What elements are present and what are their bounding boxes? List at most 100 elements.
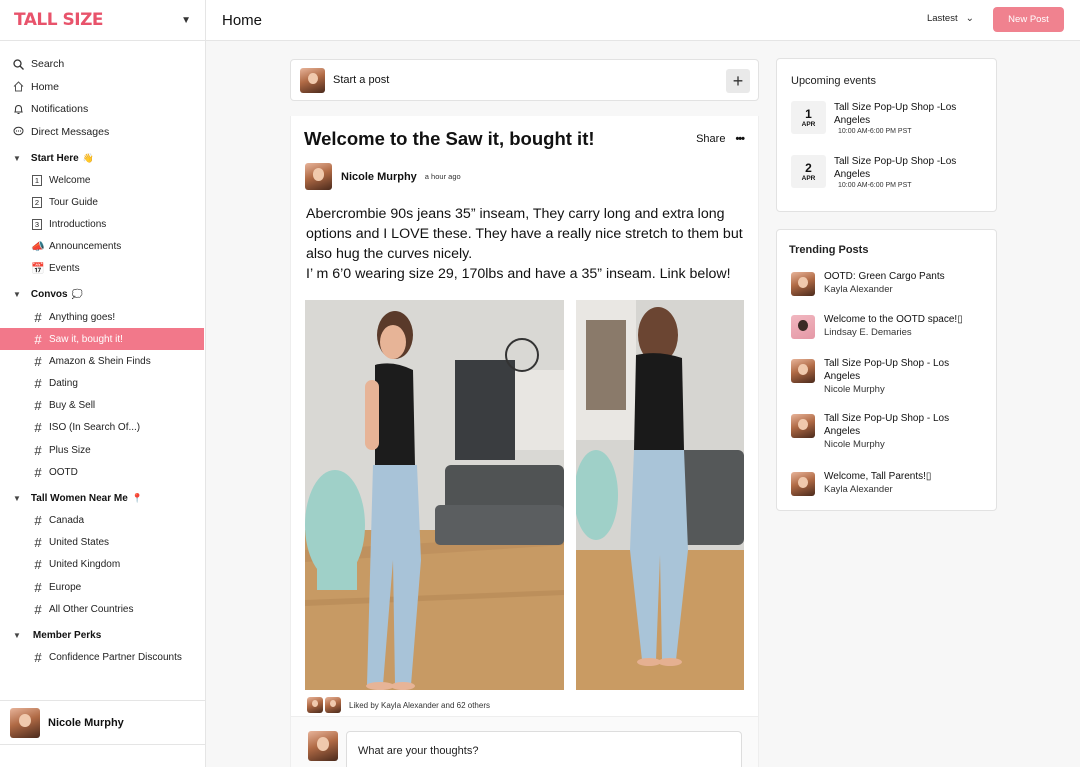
- speech-bubble-icon: 💭: [71, 289, 83, 300]
- pin-icon: 📍: [131, 492, 144, 503]
- post-title: Welcome to the Saw it, bought it!: [304, 128, 595, 149]
- sort-label: Lastest: [926, 13, 958, 24]
- sidebar-item-confidence-partner-discounts[interactable]: # Confidence Partner Discounts: [0, 646, 205, 668]
- sidebar-item-united-states[interactable]: # United States: [0, 532, 205, 554]
- section-tall-women-near-me[interactable]: ▼ Tall Women Near Me 📍: [0, 487, 205, 509]
- avatar: [307, 697, 323, 713]
- sidebar-item-europe[interactable]: # Europe: [0, 576, 205, 598]
- chevron-down-icon: ▼: [13, 630, 21, 640]
- sidebar-item-welcome[interactable]: 1 Welcome: [0, 169, 205, 191]
- event-item[interactable]: 1 APR Tall Size Pop-Up Shop -Los Angeles…: [791, 101, 974, 135]
- sort-dropdown[interactable]: Lastest ⌄: [927, 13, 974, 24]
- post-body: Abercrombie 90s jeans 35” inseam, They c…: [306, 204, 746, 284]
- current-user[interactable]: Nicole Murphy: [0, 700, 205, 745]
- hash-icon: #: [34, 376, 42, 392]
- sidebar-item-ootd[interactable]: # OOTD: [0, 461, 205, 483]
- event-time: 10:00 AM-6:00 PM PST: [838, 182, 912, 189]
- sidebar-item-introductions[interactable]: 3 Introductions: [0, 213, 205, 235]
- sidebar-item-united-kingdom[interactable]: # United Kingdom: [0, 554, 205, 576]
- trending-post-author: Lindsay E. Demaries: [824, 327, 912, 338]
- nav-home[interactable]: Home: [0, 76, 205, 99]
- sidebar-item-amazon-shein[interactable]: # Amazon & Shein Finds: [0, 350, 205, 372]
- trending-post[interactable]: Welcome to the OOTD space!▯ Lindsay E. De…: [791, 313, 984, 339]
- logo[interactable]: TALL SIZE: [14, 10, 104, 30]
- post-body-paragraph: Abercrombie 90s jeans 35” inseam, They c…: [306, 206, 743, 262]
- likes-summary[interactable]: Liked by Kayla Alexander and 62 others: [307, 697, 490, 713]
- sidebar-item-iso[interactable]: # ISO (In Search Of...): [0, 417, 205, 439]
- avatar: [791, 472, 815, 496]
- trending-post[interactable]: Tall Size Pop-Up Shop - Los Angeles Nicol…: [791, 412, 984, 451]
- sidebar-item-plus-size[interactable]: # Plus Size: [0, 439, 205, 461]
- sidebar-item-saw-it-bought-it[interactable]: # Saw it, bought it!: [0, 328, 204, 351]
- chevron-down-icon: ⌄: [965, 13, 974, 24]
- hand-icon: 👋: [82, 152, 94, 163]
- nav-direct-messages[interactable]: Direct Messages: [0, 121, 205, 144]
- post-photo-back[interactable]: [576, 300, 744, 690]
- sidebar-item-all-other-countries[interactable]: # All Other Countries: [0, 598, 205, 620]
- event-title: Tall Size Pop-Up Shop -Los Angeles: [834, 156, 957, 180]
- start-post-bar[interactable]: Start a post +: [290, 59, 759, 101]
- post-card: Welcome to the Saw it, bought it! Share •…: [290, 116, 759, 767]
- event-item[interactable]: 2 APR Tall Size Pop-Up Shop -Los Angeles…: [791, 155, 974, 189]
- comment-composer: What are your thoughts?: [291, 716, 758, 767]
- post-photo-side[interactable]: [305, 300, 564, 690]
- hash-icon: #: [34, 464, 42, 480]
- event-date: 1 APR: [791, 101, 826, 134]
- chevron-down-icon[interactable]: ▼: [181, 15, 191, 26]
- more-options-icon[interactable]: •••: [735, 133, 745, 145]
- comment-input[interactable]: What are your thoughts?: [346, 731, 742, 767]
- sidebar-item-label: ISO (In Search Of...): [49, 422, 141, 434]
- hash-icon: #: [34, 579, 42, 595]
- share-button[interactable]: Share •••: [696, 133, 745, 145]
- trending-post-title: Welcome, Tall Parents!▯: [824, 471, 932, 482]
- hash-icon: #: [34, 331, 42, 347]
- trending-post-title: OOTD: Green Cargo Pants: [824, 271, 945, 282]
- trending-post-author: Nicole Murphy: [824, 439, 885, 450]
- chevron-down-icon: ▼: [13, 290, 21, 300]
- nav-label: Direct Messages: [31, 125, 110, 138]
- nav-search[interactable]: Search: [0, 53, 205, 76]
- trending-post[interactable]: Welcome, Tall Parents!▯ Kayla Alexander: [791, 470, 984, 496]
- sidebar-item-anything-goes[interactable]: # Anything goes!: [0, 306, 205, 328]
- trending-posts-card: Trending Posts OOTD: Green Cargo Pants Ka…: [776, 229, 997, 511]
- nav-notifications[interactable]: Notifications: [0, 98, 205, 121]
- sidebar-item-label: Announcements: [49, 241, 122, 253]
- sidebar-item-label: Events: [49, 263, 80, 275]
- hash-icon: #: [34, 309, 42, 325]
- event-date: 2 APR: [791, 155, 826, 188]
- sidebar-item-label: Buy & Sell: [49, 400, 96, 412]
- sidebar-item-dating[interactable]: # Dating: [0, 373, 205, 395]
- section-convos[interactable]: ▼ Convos 💭: [0, 284, 205, 306]
- sidebar-item-canada[interactable]: # Canada: [0, 509, 205, 531]
- number-2-icon: 2: [32, 196, 42, 208]
- hash-icon: #: [34, 557, 42, 573]
- event-day: 2: [805, 160, 812, 175]
- section-member-perks[interactable]: ▼ Member Perks: [0, 624, 205, 646]
- sidebar-item-events[interactable]: 📅 Events: [0, 258, 205, 280]
- post-author: Nicole Murphy a hour ago: [305, 163, 461, 190]
- current-user-name: Nicole Murphy: [48, 716, 124, 729]
- hash-icon: #: [34, 535, 42, 551]
- avatar[interactable]: [305, 163, 332, 190]
- trending-post-title: Welcome to the OOTD space!▯: [824, 314, 963, 325]
- plus-icon[interactable]: +: [726, 69, 750, 93]
- home-icon: [12, 81, 25, 92]
- trending-post-author: Kayla Alexander: [824, 284, 893, 295]
- new-post-button[interactable]: New Post: [993, 7, 1064, 32]
- section-start-here[interactable]: ▼ Start Here 👋: [0, 147, 205, 169]
- section-title: Start Here: [30, 152, 79, 164]
- sidebar-item-tour-guide[interactable]: 2 Tour Guide: [0, 191, 205, 213]
- sidebar-item-announcements[interactable]: 📣 Announcements: [0, 236, 205, 258]
- author-name[interactable]: Nicole Murphy: [341, 171, 417, 183]
- sidebar-item-label: United Kingdom: [49, 559, 121, 571]
- avatar: [308, 731, 338, 761]
- trending-post[interactable]: Tall Size Pop-Up Shop - Los Angeles Nicol…: [791, 357, 984, 396]
- nav-label: Notifications: [31, 103, 89, 116]
- sidebar: TALL SIZE ▼ Search Home Notifications Di…: [0, 0, 206, 767]
- card-title: Trending Posts: [789, 244, 869, 256]
- trending-post[interactable]: OOTD: Green Cargo Pants Kayla Alexander: [791, 270, 984, 296]
- sidebar-item-buy-sell[interactable]: # Buy & Sell: [0, 395, 205, 417]
- likes-text: Liked by Kayla Alexander and 62 others: [349, 700, 490, 710]
- hash-icon: #: [34, 398, 42, 414]
- photo-back-illustration: [576, 300, 744, 690]
